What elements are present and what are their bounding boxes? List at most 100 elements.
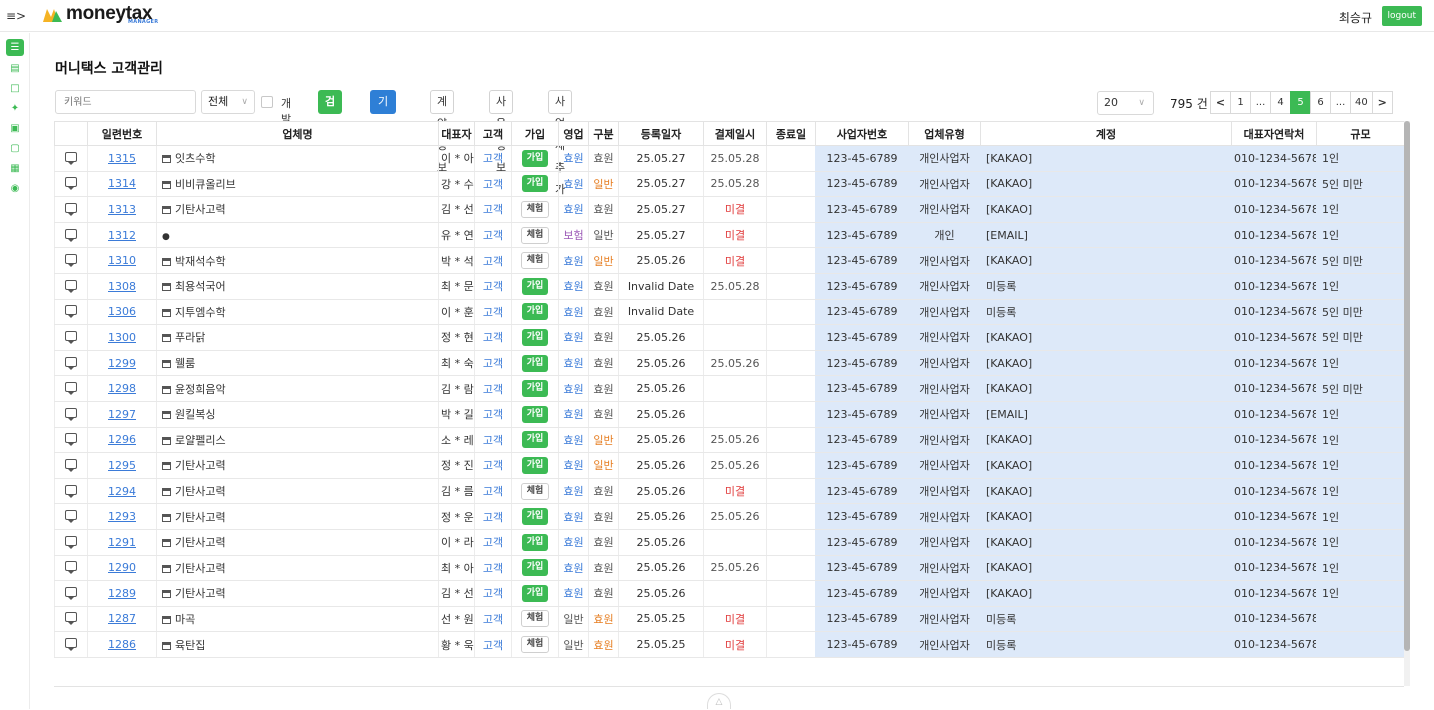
table-row[interactable]: 1314 비비큐올리브 강 * 수 고객 가입 효원 일반 25.05.27 25.05.28 1… — [54, 171, 1404, 198]
table-row[interactable]: 1295 기탄사고력 정 * 진 고객 가입 효원 일반 25.05.26 25.05.26 12… — [54, 452, 1404, 479]
serial-cell[interactable]: 1293 — [87, 503, 157, 530]
sidebar-item-document[interactable]: □ — [6, 81, 24, 96]
serial-cell[interactable]: 1314 — [87, 171, 157, 198]
serial-link[interactable]: 1291 — [108, 536, 136, 549]
chat-icon[interactable] — [65, 612, 77, 626]
memo-cell[interactable] — [54, 350, 88, 377]
serial-cell[interactable]: 1287 — [87, 606, 157, 633]
chat-icon[interactable] — [65, 433, 77, 447]
page-button[interactable]: 1 — [1230, 91, 1251, 114]
prev-page-button[interactable]: < — [1210, 91, 1231, 114]
memo-cell[interactable] — [54, 324, 88, 351]
serial-cell[interactable]: 1312 — [87, 222, 157, 249]
serial-cell[interactable]: 1297 — [87, 401, 157, 428]
table-row[interactable]: 1298 윤정희음악 김 * 람 고객 가입 효원 효원 25.05.26 123-45-678… — [54, 375, 1404, 402]
table-row[interactable]: 1299 웰룸 최 * 숙 고객 가입 효원 효원 25.05.26 25.05.26 123-4… — [54, 350, 1404, 377]
table-row[interactable]: 1294 기탄사고력 김 * 름 고객 체험 효원 효원 25.05.26 미결 123-45-6… — [54, 478, 1404, 505]
memo-cell[interactable] — [54, 375, 88, 402]
chat-icon[interactable] — [65, 279, 77, 293]
sidebar-item-card[interactable]: ▦ — [6, 161, 24, 176]
page-button[interactable]: 4 — [1270, 91, 1291, 114]
serial-link[interactable]: 1300 — [108, 331, 136, 344]
serial-link[interactable]: 1306 — [108, 305, 136, 318]
page-button[interactable]: 5 — [1290, 91, 1311, 114]
memo-cell[interactable] — [54, 555, 88, 582]
chat-icon[interactable] — [65, 638, 77, 652]
sidebar-item-book[interactable]: ▣ — [6, 121, 24, 136]
sidebar-item-customers[interactable]: ☰ — [6, 39, 24, 56]
chat-icon[interactable] — [65, 586, 77, 600]
serial-cell[interactable]: 1294 — [87, 478, 157, 505]
serial-link[interactable]: 1308 — [108, 280, 136, 293]
memo-cell[interactable] — [54, 222, 88, 249]
serial-cell[interactable]: 1313 — [87, 196, 157, 223]
sidebar-item-people[interactable]: ✦ — [6, 101, 24, 116]
serial-link[interactable]: 1315 — [108, 152, 136, 165]
serial-link[interactable]: 1310 — [108, 254, 136, 267]
serial-link[interactable]: 1298 — [108, 382, 136, 395]
serial-link[interactable]: 1314 — [108, 177, 136, 190]
memo-cell[interactable] — [54, 401, 88, 428]
table-row[interactable]: 1291 기탄사고력 이 * 라 고객 가입 효원 효원 25.05.26 123-45-678… — [54, 529, 1404, 556]
memo-cell[interactable] — [54, 196, 88, 223]
serial-cell[interactable]: 1291 — [87, 529, 157, 556]
table-row[interactable]: 1310 박재석수학 박 * 석 고객 체험 효원 일반 25.05.26 미결 123-45-6… — [54, 247, 1404, 274]
memo-cell[interactable] — [54, 503, 88, 530]
serial-link[interactable]: 1313 — [108, 203, 136, 216]
memo-cell[interactable] — [54, 478, 88, 505]
page-size-select[interactable]: 20 ∨ — [1097, 91, 1154, 115]
table-row[interactable]: 1286 육탄집 황 * 욱 고객 체험 일반 효원 25.05.25 미결 123-45-678… — [54, 631, 1404, 658]
memo-cell[interactable] — [54, 145, 88, 172]
table-row[interactable]: 1287 마곡 선 * 원 고객 체험 일반 효원 25.05.25 미결 123-45-6789… — [54, 606, 1404, 633]
keyword-input[interactable] — [55, 90, 196, 114]
menu-toggle-icon[interactable]: ≡> — [6, 9, 26, 23]
serial-cell[interactable]: 1308 — [87, 273, 157, 300]
serial-cell[interactable]: 1300 — [87, 324, 157, 351]
serial-cell[interactable]: 1310 — [87, 247, 157, 274]
table-row[interactable]: 1293 기탄사고력 정 * 운 고객 가입 효원 효원 25.05.26 25.05.26 12… — [54, 503, 1404, 530]
serial-cell[interactable]: 1315 — [87, 145, 157, 172]
chat-icon[interactable] — [65, 228, 77, 242]
memo-cell[interactable] — [54, 171, 88, 198]
serial-cell[interactable]: 1290 — [87, 555, 157, 582]
memo-cell[interactable] — [54, 580, 88, 607]
sidebar-item-chat[interactable]: ▢ — [6, 141, 24, 156]
sidebar-item-chart[interactable]: ▤ — [6, 61, 24, 76]
tab-basic-info[interactable]: 기본정보 — [370, 90, 397, 180]
table-row[interactable]: 1296 로얄펠리스 소 * 레 고객 가입 효원 일반 25.05.26 25.05.26 12… — [54, 427, 1404, 454]
chat-icon[interactable] — [65, 330, 77, 344]
logout-button[interactable]: logout — [1381, 6, 1422, 26]
chat-icon[interactable] — [65, 202, 77, 216]
chat-icon[interactable] — [65, 382, 77, 396]
table-row[interactable]: 1297 원킬복싱 박 * 길 고객 가입 효원 효원 25.05.26 123-45-6789… — [54, 401, 1404, 428]
serial-link[interactable]: 1295 — [108, 459, 136, 472]
dev-checkbox[interactable] — [261, 96, 273, 108]
serial-link[interactable]: 1294 — [108, 485, 136, 498]
table-row[interactable]: 1315 잇츠수학 이 * 아 고객 가입 효원 효원 25.05.27 25.05.28 123… — [54, 145, 1404, 172]
serial-link[interactable]: 1290 — [108, 561, 136, 574]
table-scrollbar[interactable] — [1404, 121, 1410, 686]
chat-icon[interactable] — [65, 177, 77, 191]
memo-cell[interactable] — [54, 247, 88, 274]
serial-cell[interactable]: 1295 — [87, 452, 157, 479]
chat-icon[interactable] — [65, 458, 77, 472]
serial-cell[interactable]: 1289 — [87, 580, 157, 607]
search-button[interactable]: 검색 — [318, 90, 343, 132]
serial-link[interactable]: 1297 — [108, 408, 136, 421]
category-select[interactable]: 전체 ∨ — [201, 90, 255, 114]
serial-cell[interactable]: 1299 — [87, 350, 157, 377]
chat-icon[interactable] — [65, 356, 77, 370]
memo-cell[interactable] — [54, 529, 88, 556]
next-page-button[interactable]: > — [1371, 91, 1393, 114]
logo[interactable]: moneytax — [42, 4, 153, 30]
memo-cell[interactable] — [54, 299, 88, 326]
table-row[interactable]: 1306 지투엠수학 이 * 훈 고객 가입 효원 효원 Invalid Date 123-45… — [54, 299, 1404, 326]
serial-link[interactable]: 1286 — [108, 638, 136, 651]
serial-cell[interactable]: 1286 — [87, 631, 157, 658]
chat-icon[interactable] — [65, 561, 77, 575]
serial-link[interactable]: 1289 — [108, 587, 136, 600]
page-button[interactable]: 40 — [1350, 91, 1373, 114]
table-row[interactable]: 1308 최용석국어 최 * 문 고객 가입 효원 효원 Invalid Date 25.05.… — [54, 273, 1404, 300]
chat-icon[interactable] — [65, 305, 77, 319]
page-button[interactable]: 6 — [1310, 91, 1331, 114]
